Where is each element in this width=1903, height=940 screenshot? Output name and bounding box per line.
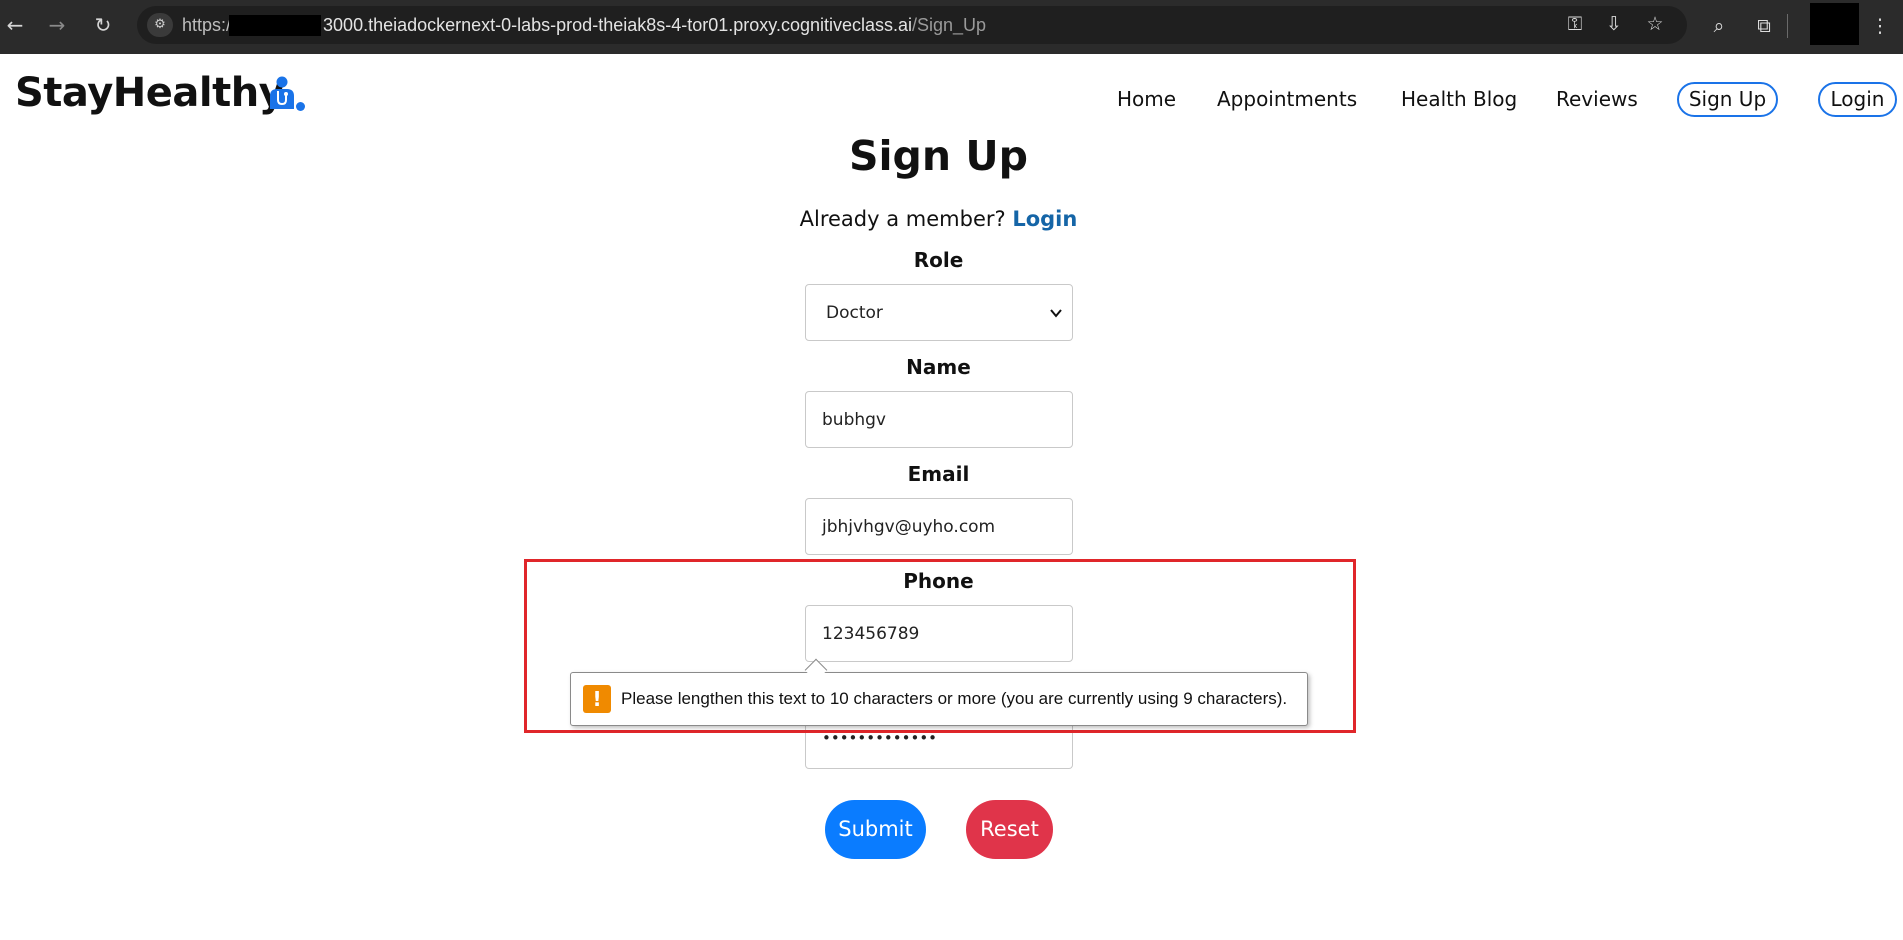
site-info-icon[interactable]: ⚙ (147, 13, 173, 37)
already-member-text: Already a member? (799, 207, 1006, 231)
install-app-icon[interactable]: ⇩ (1600, 10, 1628, 38)
name-input-value: bubhgv (822, 410, 886, 430)
nav-link-home[interactable]: Home (1117, 87, 1176, 111)
address-bar[interactable]: ⚙ https:/ 3000.theiadockernext-0-labs-pro… (137, 6, 1687, 44)
url-path: /Sign_Up (912, 15, 987, 35)
reload-icon[interactable]: ↻ (88, 10, 118, 40)
browser-toolbar: ← → ↻ ⚙ https:/ 3000.theiadockernext-0-la… (0, 0, 1903, 54)
role-selected-value: Doctor (826, 303, 883, 323)
site-logo-text[interactable]: StayHealthy (15, 70, 285, 116)
role-label: Role (913, 248, 964, 272)
url-prefix: https:/ (182, 15, 232, 35)
extensions-icon[interactable]: ⧉ (1750, 12, 1778, 40)
email-input[interactable]: jbhjvhgv@uyho.com (805, 498, 1073, 555)
role-select[interactable]: Doctor (805, 284, 1073, 341)
toolbar-divider (1787, 14, 1788, 38)
chevron-down-icon (1050, 309, 1062, 318)
validation-tooltip: ! Please lengthen this text to 10 charac… (570, 672, 1308, 726)
nav-login-button[interactable]: Login (1818, 82, 1897, 117)
submit-button[interactable]: Submit (825, 800, 926, 859)
nav-link-health-blog[interactable]: Health Blog (1401, 87, 1517, 111)
validation-message: Please lengthen this text to 10 characte… (621, 689, 1288, 708)
login-link[interactable]: Login (1012, 207, 1077, 231)
page-title: Sign Up (848, 132, 1029, 180)
nav-link-reviews[interactable]: Reviews (1556, 87, 1638, 111)
bookmark-star-icon[interactable]: ☆ (1641, 10, 1669, 38)
logo-dot (296, 102, 305, 111)
already-member-line: Already a member? Login (0, 207, 1877, 231)
name-input[interactable]: bubhgv (805, 391, 1073, 448)
password-key-icon[interactable]: ⚿ (1561, 10, 1589, 38)
doctor-icon (270, 76, 294, 109)
name-label: Name (906, 355, 971, 379)
lens-search-icon[interactable]: ⌕ (1705, 12, 1733, 40)
email-label: Email (907, 462, 970, 486)
warning-icon: ! (583, 685, 611, 713)
browser-menu-icon[interactable]: ⋮ (1866, 12, 1894, 40)
url-host: 3000.theiadockernext-0-labs-prod-theiak8… (323, 15, 913, 35)
nav-link-appointments[interactable]: Appointments (1217, 87, 1357, 111)
back-arrow-icon[interactable]: ← (0, 10, 30, 40)
nav-signup-button[interactable]: Sign Up (1677, 82, 1778, 117)
redacted-block (229, 15, 321, 36)
profile-avatar[interactable] (1810, 3, 1859, 45)
reset-button[interactable]: Reset (966, 800, 1053, 859)
email-input-value: jbhjvhgv@uyho.com (822, 517, 996, 537)
forward-arrow-icon[interactable]: → (42, 10, 72, 40)
